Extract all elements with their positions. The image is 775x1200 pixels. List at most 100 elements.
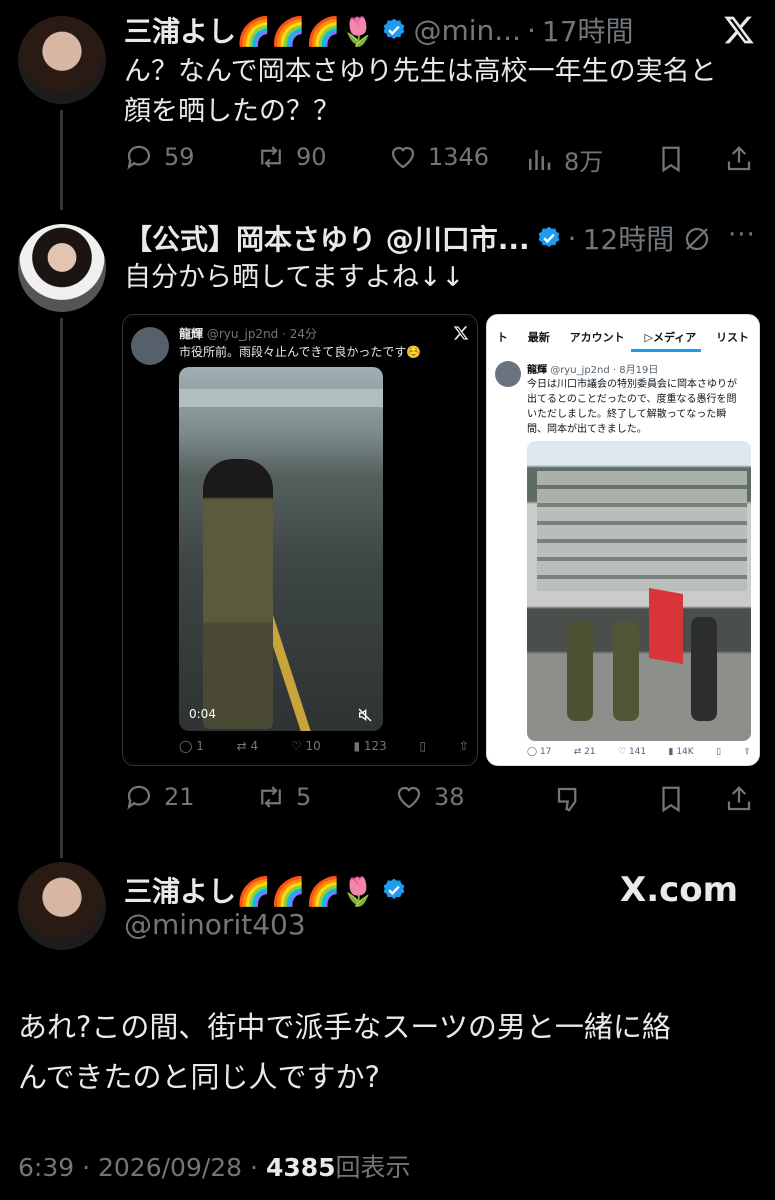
tweet1-handle[interactable]: @min... xyxy=(413,14,521,47)
embed-right-text-line: いただしました。終了して解散ってなった瞬 xyxy=(527,409,727,420)
tweet3-handle[interactable]: @minorit403 xyxy=(124,908,306,941)
tweet2-time[interactable]: 12時間 xyxy=(583,218,675,258)
more-options-icon[interactable]: ··· xyxy=(728,220,756,250)
embed-right-views: ▮ 14K xyxy=(668,747,694,757)
video-duration: 0:04 xyxy=(189,707,216,721)
tweet1-time[interactable]: 17時間 xyxy=(542,10,634,50)
embed-right-avatar xyxy=(495,361,521,387)
bookmark-icon[interactable] xyxy=(656,144,686,174)
embed-left-avatar xyxy=(131,327,169,365)
tweet3-text-line2: んできたのと同じ人ですか? xyxy=(18,1060,380,1094)
photo-flag xyxy=(649,588,683,664)
tweet3-date: 2026/09/28 xyxy=(98,1153,243,1182)
dot-separator: · xyxy=(567,221,577,255)
embedded-image-right[interactable]: ト 最新 アカウント ▷メディア リスト 龍輝 @ryu_jp2nd · 8月1… xyxy=(486,314,760,766)
embed-right-actions: ◯ 17 ⇄ 21 ♡ 141 ▮ 14K ▯ ⇧ xyxy=(527,747,751,757)
like-button[interactable]: 1346 xyxy=(388,142,489,172)
tweet1-author-name[interactable]: 三浦よし🌈🌈🌈🌷 xyxy=(124,10,375,50)
share-icon[interactable] xyxy=(724,144,754,174)
reply-icon xyxy=(127,145,151,170)
bookmark-icon[interactable] xyxy=(656,784,686,814)
reply-button[interactable]: 21 xyxy=(124,782,195,812)
share-icon[interactable] xyxy=(724,784,754,814)
photo-person xyxy=(613,621,639,721)
tweet3-views-label: 回表示 xyxy=(335,1153,411,1182)
thread-line xyxy=(60,110,63,210)
tweet3-time: 6:39 xyxy=(18,1153,75,1182)
embed-left-bookmark-icon: ▯ xyxy=(419,739,427,753)
embed-right-photo[interactable] xyxy=(527,441,751,741)
embed-right-bookmark-icon: ▯ xyxy=(716,747,722,757)
grok-icon[interactable] xyxy=(682,224,712,254)
dot-separator: · xyxy=(526,13,536,47)
brand-xcom: X.com xyxy=(620,870,739,910)
mute-icon[interactable] xyxy=(357,707,373,723)
retweet-button[interactable]: 90 xyxy=(256,142,327,172)
embed-right-tabs: ト 最新 アカウント ▷メディア リスト xyxy=(487,329,759,345)
embed-left-header: 龍輝 @ryu_jp2nd · 24分 xyxy=(179,327,318,341)
embed-right-likes: ♡ 141 xyxy=(618,747,647,757)
verified-badge-icon xyxy=(384,18,405,39)
embed-left-handle: @ryu_jp2nd xyxy=(206,327,279,341)
retweet-icon xyxy=(261,146,281,168)
embed-right-text-line: 間、岡本が出てきました。 xyxy=(527,424,647,435)
views-count: 8万 xyxy=(564,148,604,176)
tweet3-header: 三浦よし🌈🌈🌈🌷 xyxy=(124,870,407,910)
embed-right-text-line: 出てるとのことだったので、度重なる愚行を問 xyxy=(527,394,737,405)
embed-right-retweets: ⇄ 21 xyxy=(573,747,596,757)
embed-left-video[interactable]: 0:04 xyxy=(179,367,383,731)
embed-left-time: 24分 xyxy=(289,327,318,341)
photo-person xyxy=(691,617,717,721)
embedded-image-left[interactable]: 龍輝 @ryu_jp2nd · 24分 市役所前。雨段々止んできて良かったです☺… xyxy=(122,314,478,766)
video-bridge xyxy=(179,389,383,407)
reply-count: 21 xyxy=(164,783,195,811)
thread-line xyxy=(60,318,63,858)
x-logo-icon[interactable] xyxy=(722,14,756,46)
embed-right-name: 龍輝 xyxy=(527,365,547,376)
embed-right-tab: アカウント xyxy=(569,331,625,344)
tweet3-author-name[interactable]: 三浦よし🌈🌈🌈🌷 xyxy=(124,870,375,910)
embed-left-share-icon: ⇧ xyxy=(458,739,469,753)
tweet1-text-line2: 顔を晒したの？？ xyxy=(124,96,340,127)
embed-left-likes: ♡ 10 xyxy=(290,739,321,753)
retweet-button[interactable]: 5 xyxy=(256,782,311,812)
tweet3-text-line1: あれ?この間、街中で派手なスーツの男と一緒に絡 xyxy=(18,1010,671,1044)
reply-count: 59 xyxy=(164,143,195,171)
embed-left-retweets: ⇄ 4 xyxy=(236,739,259,753)
tweet1-text: ん？なんで岡本さゆり先生は高校一年生の実名と 顔を晒したの？？ xyxy=(124,52,764,132)
embed-right-tab: リスト xyxy=(716,331,750,344)
verified-badge-icon xyxy=(538,226,560,247)
retweet-count: 90 xyxy=(296,143,327,171)
embed-right-handle: @ryu_jp2nd xyxy=(550,365,610,376)
dislike-icon[interactable] xyxy=(554,784,584,814)
retweet-icon xyxy=(261,786,281,808)
tweet3-view-count[interactable]: 4385 xyxy=(266,1153,336,1182)
x-logo-icon xyxy=(453,326,469,340)
avatar-miura[interactable] xyxy=(18,862,106,950)
heart-icon xyxy=(397,786,421,809)
verified-badge-icon xyxy=(384,878,405,899)
photo-person xyxy=(567,621,593,721)
reply-button[interactable]: 59 xyxy=(124,142,195,172)
avatar-miura[interactable] xyxy=(18,16,106,104)
tweet2-text: 自分から晒してますよね↓↓ xyxy=(124,262,465,293)
embed-right-header: 龍輝 @ryu_jp2nd · 8月19日 xyxy=(527,365,659,376)
embed-left-name: 龍輝 xyxy=(179,327,204,341)
embed-left-actions: ◯ 1 ⇄ 4 ♡ 10 ▮ 123 ▯ ⇧ xyxy=(179,739,469,753)
embed-right-time: 8月19日 xyxy=(619,365,659,376)
embed-left-views: ▮ 123 xyxy=(353,739,387,753)
analytics-icon xyxy=(529,149,551,170)
like-button[interactable]: 38 xyxy=(394,782,465,812)
avatar-okamoto[interactable] xyxy=(18,224,106,312)
embed-right-tab: ト xyxy=(496,331,508,344)
like-count: 1346 xyxy=(428,143,490,171)
embed-left-replies: ◯ 1 xyxy=(179,739,204,753)
tweet1-header: 三浦よし🌈🌈🌈🌷 @min... · 17時間 xyxy=(124,10,684,50)
photo-building xyxy=(537,471,747,591)
embed-right-tab: 最新 xyxy=(527,331,550,344)
tweet3-meta: 6:39 · 2026/09/28 · 4385回表示 xyxy=(18,1153,411,1182)
embed-right-tab-underline xyxy=(631,349,701,352)
tweet2-author-name[interactable]: 【公式】岡本さゆり @川口市... xyxy=(124,218,530,258)
embed-left-text: 市役所前。雨段々止んできて良かったです☺️ xyxy=(179,345,422,359)
views-button[interactable]: 8万 xyxy=(524,142,603,177)
